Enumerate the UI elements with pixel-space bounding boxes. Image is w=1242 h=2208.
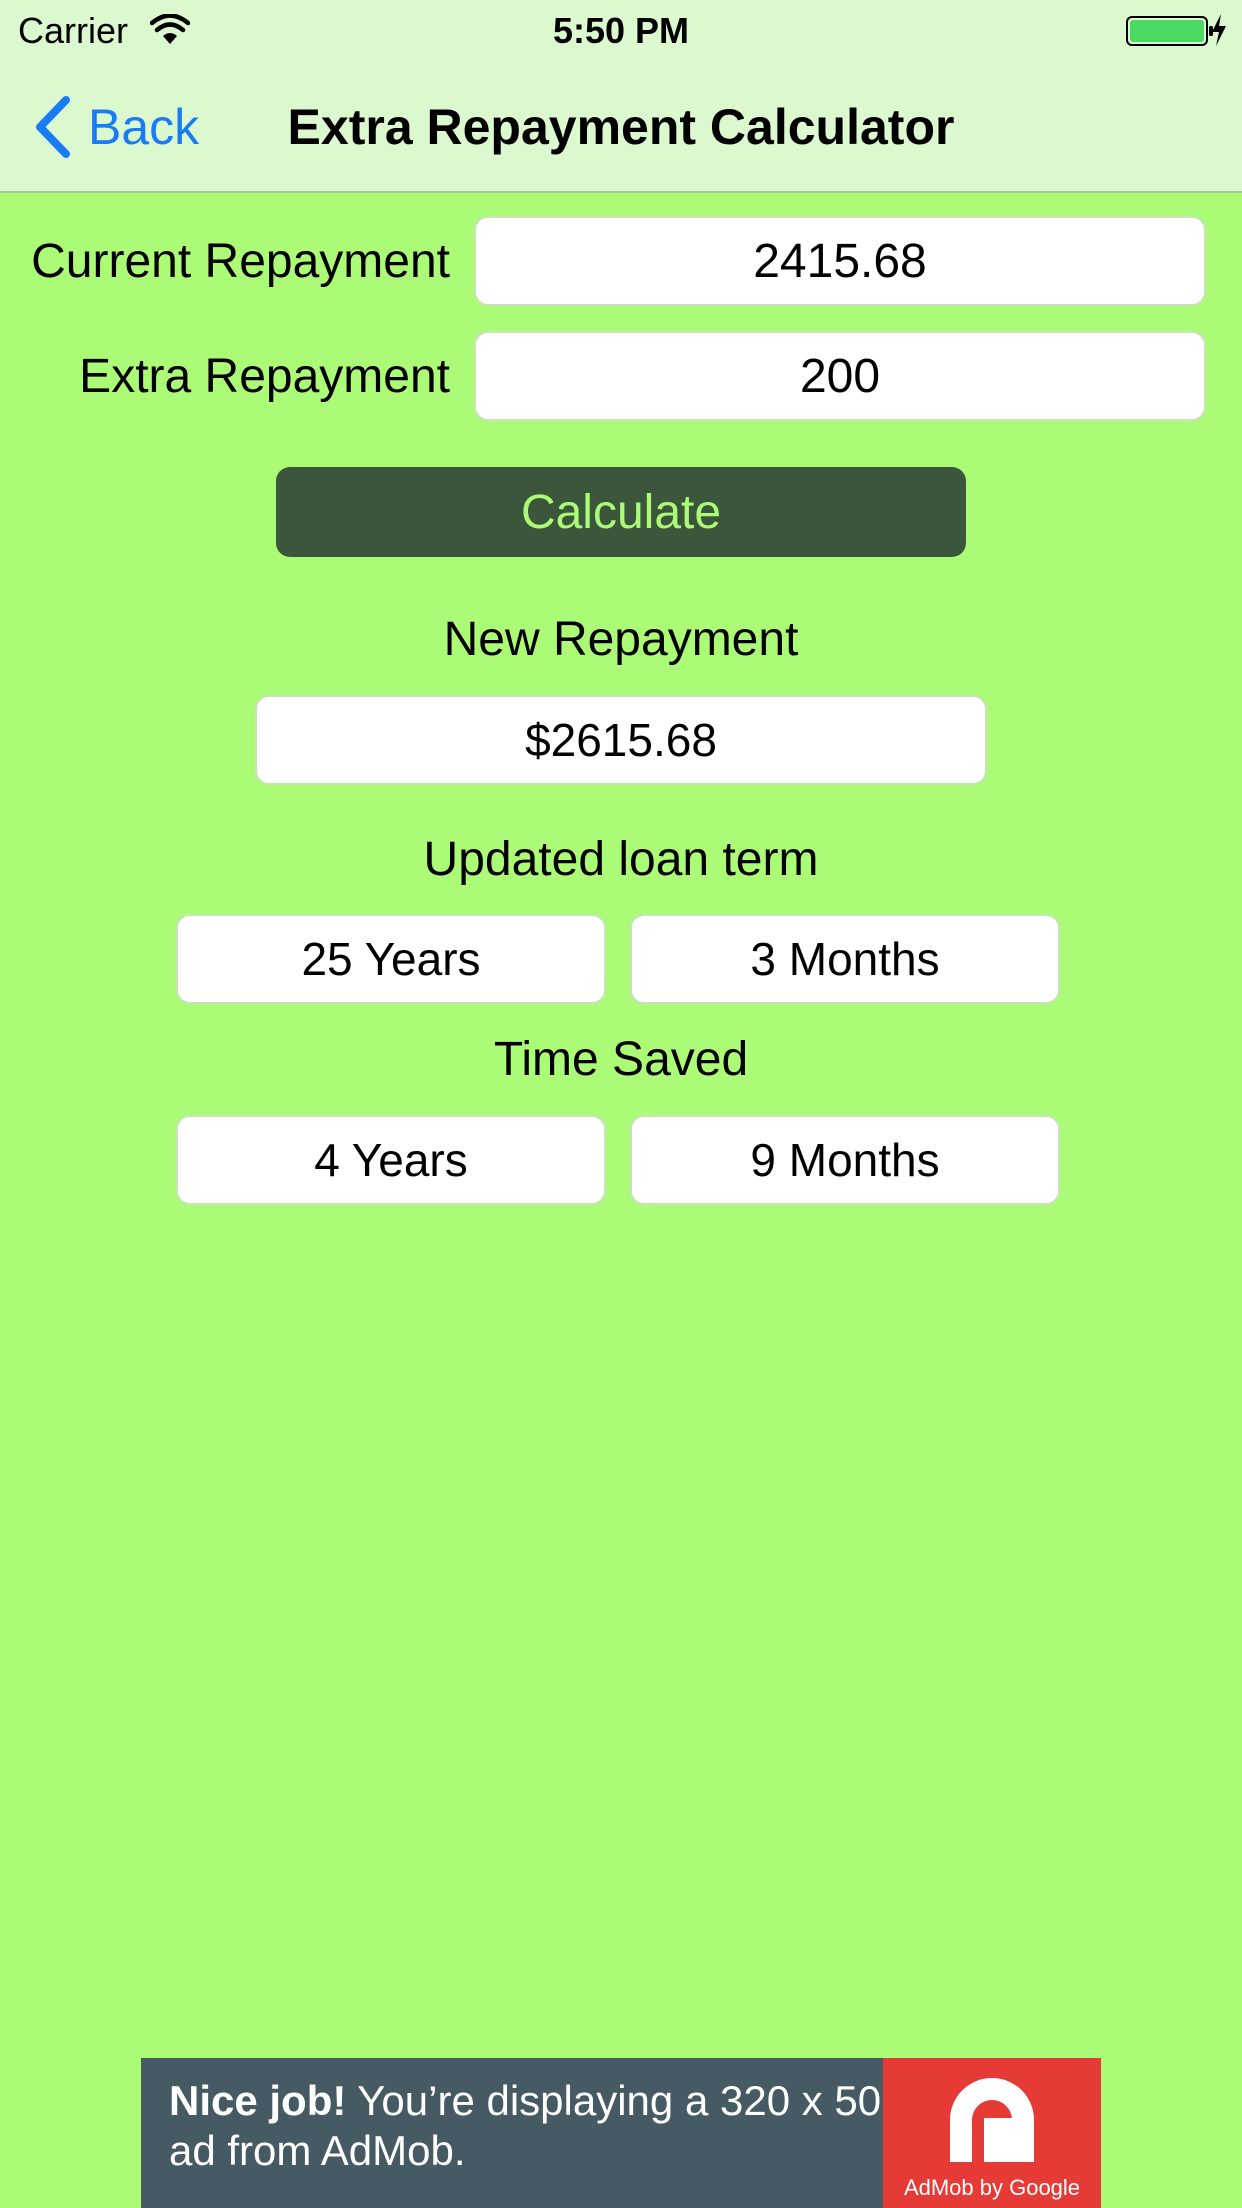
ad-text: Nice job! You’re displaying a 320 x 50 t… <box>169 2076 999 2176</box>
new-repayment-value: $2615.68 <box>255 695 987 785</box>
ad-banner[interactable]: Nice job! You’re displaying a 320 x 50 t… <box>141 2058 1101 2208</box>
time-saved-years: 4 Years <box>176 1115 606 1205</box>
status-time: 5:50 PM <box>552 10 690 51</box>
ad-headline: Nice job! <box>169 2077 347 2124</box>
extra-repayment-input[interactable] <box>474 331 1206 421</box>
navigation-bar: Carrier 5:50 PM Back Extra Repayment Cal… <box>0 0 1242 193</box>
admob-icon <box>950 2078 1034 2162</box>
current-repayment-label: Current Repayment <box>31 235 450 288</box>
bolt-icon <box>1212 14 1226 46</box>
page-title: Extra Repayment Calculator <box>287 99 955 155</box>
new-repayment-heading: New Repayment <box>443 613 799 666</box>
battery-icon <box>1126 16 1213 46</box>
ad-logo-caption: AdMob by Google <box>903 2175 1081 2200</box>
ad-logo-panel: AdMob by Google <box>883 2058 1101 2208</box>
calculate-button[interactable]: Calculate <box>276 467 966 557</box>
updated-term-years: 25 Years <box>176 914 606 1004</box>
updated-term-months: 3 Months <box>630 914 1060 1004</box>
updated-loan-term-heading: Updated loan term <box>423 833 819 886</box>
time-saved-months: 9 Months <box>630 1115 1060 1205</box>
time-saved-heading: Time Saved <box>493 1033 749 1086</box>
extra-repayment-label: Extra Repayment <box>79 350 450 403</box>
current-repayment-input[interactable] <box>474 216 1206 306</box>
